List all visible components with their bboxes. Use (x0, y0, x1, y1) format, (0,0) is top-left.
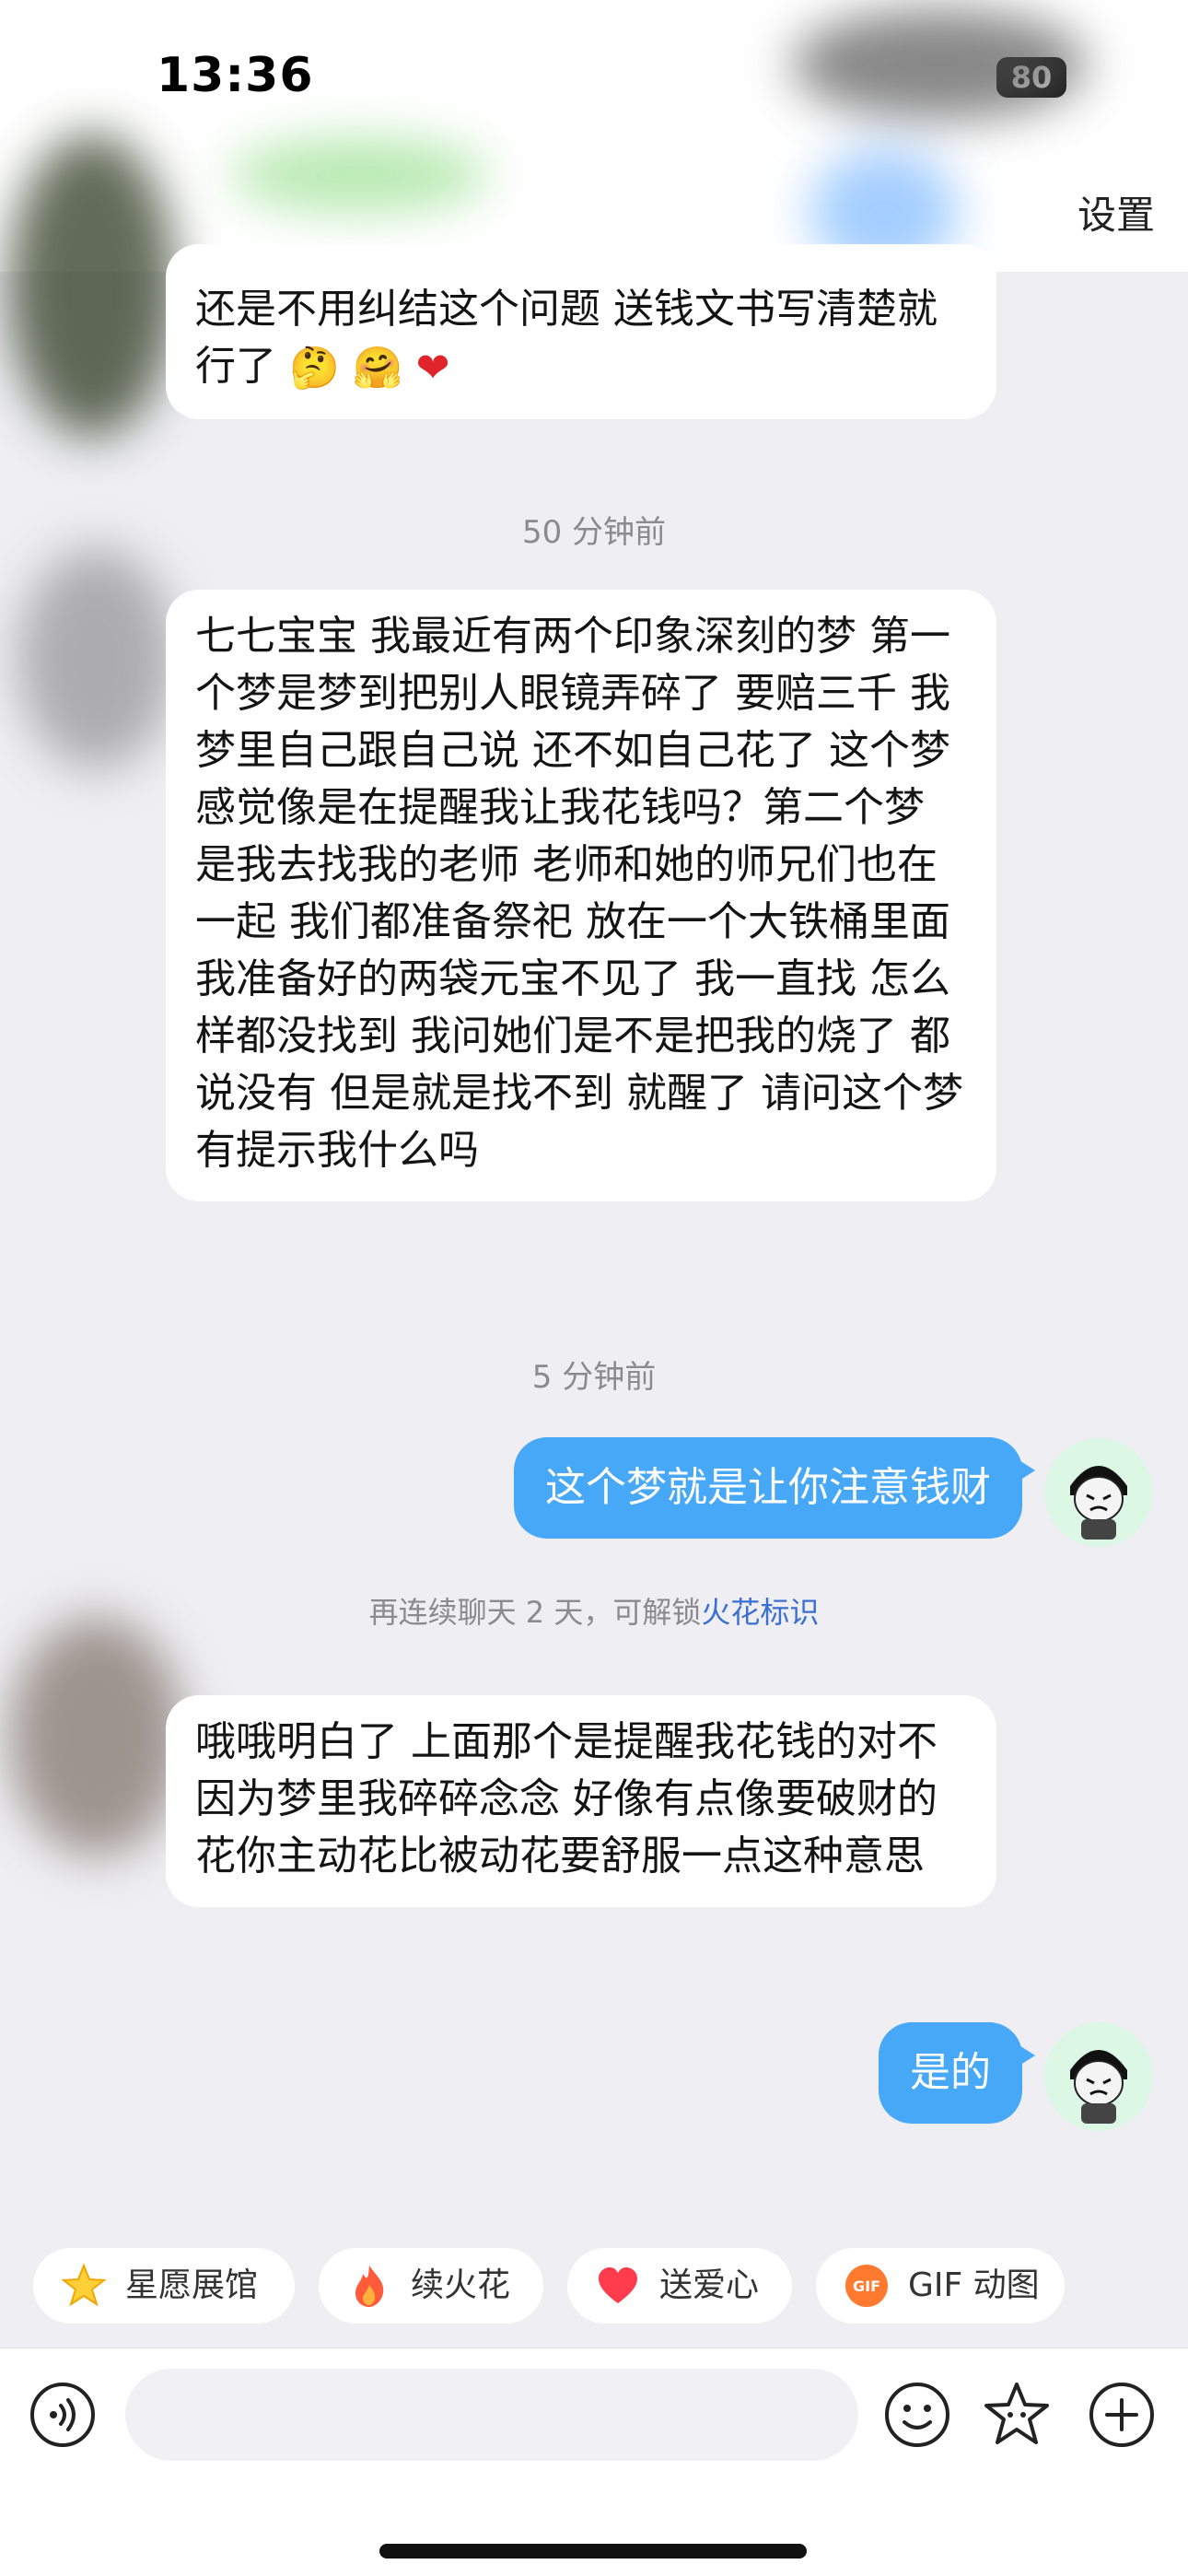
status-time: 13:36 (157, 48, 314, 103)
chip-star-gallery[interactable]: 星愿展馆 (33, 2248, 295, 2324)
meme-avatar-icon (1044, 2022, 1153, 2131)
hug-emoji-icon: 🤗 (352, 345, 403, 392)
timestamp: 5 分钟前 (531, 1359, 657, 1396)
chip-label: 续火花 (411, 2266, 511, 2304)
outgoing-message[interactable]: 是的 (879, 2022, 1035, 2124)
incoming-message[interactable]: 七七宝宝 我最近有两个印象深刻的梦 第一个梦是梦到把别人眼镜弄碎了 要赔三千 我… (166, 590, 996, 1201)
timestamp: 50 分钟前 (521, 514, 667, 551)
plus-icon[interactable] (1087, 2380, 1157, 2450)
incoming-message[interactable]: 哦哦明白了 上面那个是提醒我花钱的对不 因为梦里我碎碎念念 好像有点像要破财的花… (166, 1695, 996, 1907)
voice-icon[interactable] (28, 2380, 98, 2450)
fire-icon (355, 2266, 384, 2307)
message-text: 这个梦就是让你注意钱财 (545, 1464, 991, 1511)
spark-badge-link[interactable]: 火花标识 (701, 1595, 819, 1630)
star-icon (61, 2263, 107, 2307)
sender-avatar[interactable] (18, 548, 175, 769)
privacy-blur (792, 9, 1087, 120)
chip-label: 星愿展馆 (125, 2266, 259, 2304)
top-bar: 13:36 80 设置 (0, 0, 1188, 276)
message-text: 七七宝宝 我最近有两个印象深刻的梦 第一个梦是梦到把别人眼镜弄碎了 要赔三千 我… (195, 613, 963, 1174)
meme-avatar-icon (1044, 1438, 1153, 1547)
chip-send-love[interactable]: 送爱心 (567, 2248, 792, 2324)
outgoing-message[interactable]: 这个梦就是让你注意钱财 (514, 1437, 1035, 1539)
message-text: 哦哦明白了 上面那个是提醒我花钱的对不 因为梦里我碎碎念念 好像有点像要破财的花… (195, 1718, 938, 1879)
chip-label: 送爱心 (659, 2266, 760, 2304)
my-avatar[interactable] (1044, 2022, 1153, 2131)
message-text: 是的 (910, 2049, 991, 2096)
thinking-emoji-icon: 🤔 (289, 345, 340, 392)
home-indicator[interactable] (379, 2544, 807, 2558)
sticker-star-icon[interactable] (982, 2380, 1052, 2450)
sender-avatar[interactable] (9, 134, 175, 438)
chip-continue-spark[interactable]: 续火花 (319, 2248, 543, 2324)
spark-hint: 再连续聊天 2 天，可解锁火花标识 (0, 1589, 1188, 1632)
input-bar (0, 2348, 1188, 2576)
settings-button[interactable]: 设置 (1077, 184, 1155, 240)
chat-area: 还是不用纠结这个问题 送钱文书写清楚就行了 🤔 🤗 ❤ 50 分钟前 七七宝宝 … (0, 134, 1188, 2225)
heart-emoji-icon: ❤ (415, 345, 450, 392)
gif-icon: GIF (845, 2265, 888, 2307)
sender-avatar[interactable] (9, 1617, 184, 1856)
privacy-blur (230, 138, 488, 212)
hint-text: 再连续聊天 2 天，可解锁 (368, 1595, 702, 1630)
incoming-message[interactable]: 还是不用纠结这个问题 送钱文书写清楚就行了 🤔 🤗 ❤ (166, 244, 996, 419)
svg-text:GIF: GIF (853, 2277, 880, 2295)
emoji-icon[interactable] (882, 2380, 952, 2450)
message-input[interactable] (125, 2369, 858, 2461)
chip-label: GIF 动图 (908, 2266, 1040, 2304)
my-avatar[interactable] (1044, 1438, 1153, 1547)
heart-icon (599, 2267, 637, 2303)
chip-gif[interactable]: GIF GIF 动图 (816, 2248, 1065, 2324)
